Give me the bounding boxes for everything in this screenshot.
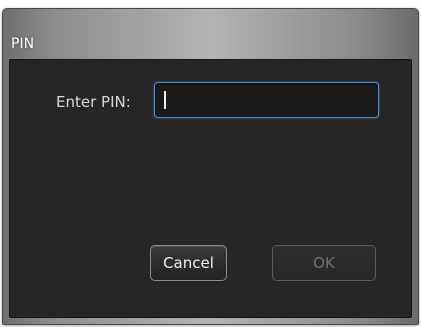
text-cursor (164, 91, 166, 109)
cancel-button[interactable]: Cancel (150, 245, 227, 281)
title-bar[interactable]: PIN (3, 9, 418, 55)
pin-input[interactable] (154, 82, 379, 118)
pin-dialog: PIN Enter PIN: Cancel OK (2, 8, 419, 325)
dialog-content: Enter PIN: Cancel OK (9, 59, 412, 318)
window-title: PIN (11, 36, 35, 52)
pin-label: Enter PIN: (56, 93, 131, 111)
ok-button[interactable]: OK (272, 245, 376, 281)
